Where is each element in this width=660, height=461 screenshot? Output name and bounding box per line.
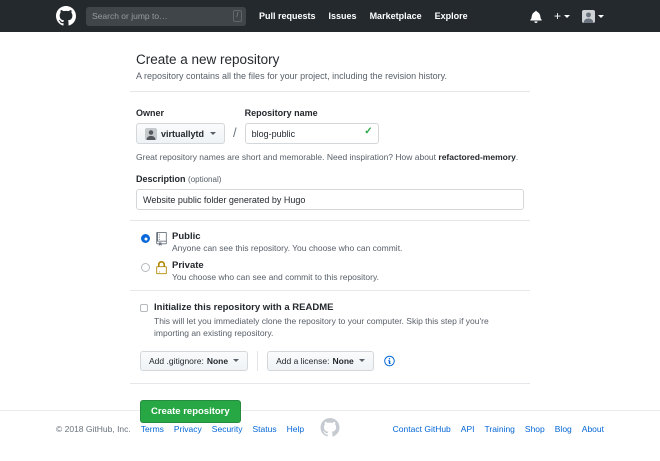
page-title: Create a new repository xyxy=(136,52,280,67)
optional-hint: (optional) xyxy=(188,175,222,184)
public-label: Public xyxy=(172,231,201,242)
vertical-divider xyxy=(257,350,259,371)
visibility-option-public[interactable]: Public Anyone can see this repository. Y… xyxy=(136,231,524,253)
repo-name-label: Repository name xyxy=(244,108,318,118)
plus-icon: + xyxy=(553,9,561,23)
description-field: Description (optional) xyxy=(136,174,524,210)
footer-link-privacy[interactable]: Privacy xyxy=(174,424,202,434)
owner-label: Owner xyxy=(136,108,165,118)
description-label: Description (optional) xyxy=(136,174,222,184)
divider xyxy=(130,382,530,384)
visibility-option-private[interactable]: Private You choose who can see and commi… xyxy=(136,260,524,282)
gitignore-value: None xyxy=(206,355,229,366)
primary-nav: Pull requests Issues Marketplace Explore xyxy=(259,11,468,21)
footer-link-blog[interactable]: Blog xyxy=(555,424,572,434)
footer-link-terms[interactable]: Terms xyxy=(141,424,164,434)
github-logo-icon xyxy=(320,418,340,439)
footer-link-api[interactable]: API xyxy=(461,424,475,434)
description-input[interactable] xyxy=(136,189,524,210)
readme-option[interactable]: Initialize this repository with a README… xyxy=(136,302,524,340)
owner-name: virtuallytd xyxy=(161,128,205,139)
license-value: None xyxy=(332,355,354,366)
addons-row: Add .gitignore: None Add a license: None xyxy=(136,350,524,371)
repo-name-field: Repository name ✓ xyxy=(244,108,379,144)
footer-link-training[interactable]: Training xyxy=(485,424,515,434)
search-input[interactable] xyxy=(92,11,234,21)
slash-shortcut-hint: / xyxy=(233,10,242,22)
owner-field: Owner virtuallytd xyxy=(136,108,226,144)
readme-checkbox[interactable] xyxy=(140,304,148,312)
valid-check-icon: ✓ xyxy=(364,125,373,137)
user-menu[interactable] xyxy=(582,9,604,23)
divider xyxy=(130,91,530,92)
gitignore-button[interactable]: Add .gitignore: None xyxy=(140,350,249,371)
repo-book-icon xyxy=(156,232,167,253)
nav-explore[interactable]: Explore xyxy=(435,11,468,21)
footer-link-about[interactable]: About xyxy=(582,424,604,434)
footer: © 2018 GitHub, Inc. Terms Privacy Securi… xyxy=(0,410,660,437)
license-label: Add a license: xyxy=(276,355,330,366)
github-logo-icon[interactable] xyxy=(56,6,76,26)
caret-down-icon xyxy=(233,359,240,363)
readme-label: Initialize this repository with a README xyxy=(154,302,334,313)
gitignore-label: Add .gitignore: xyxy=(149,355,204,366)
private-label: Private xyxy=(172,260,204,271)
nav-issues[interactable]: Issues xyxy=(329,11,357,21)
footer-link-contact[interactable]: Contact GitHub xyxy=(393,424,451,434)
nav-pull-requests[interactable]: Pull requests xyxy=(259,11,316,21)
page-subtitle: A repository contains all the files for … xyxy=(136,71,447,81)
caret-down-icon xyxy=(358,359,365,363)
caret-down-icon xyxy=(564,14,570,18)
info-icon[interactable] xyxy=(383,355,395,367)
divider xyxy=(130,290,530,291)
owner-select-button[interactable]: virtuallytd xyxy=(136,123,226,144)
global-search: / xyxy=(86,6,246,26)
copyright: © 2018 GitHub, Inc. xyxy=(56,424,131,434)
repo-name-suggestion: refactored-memory xyxy=(438,152,516,162)
owner-avatar xyxy=(145,127,157,140)
radio-private[interactable] xyxy=(141,263,150,272)
private-description: You choose who can see and commit to thi… xyxy=(172,272,379,282)
divider xyxy=(130,220,530,221)
footer-link-help[interactable]: Help xyxy=(287,424,304,434)
avatar xyxy=(582,9,595,23)
footer-link-security[interactable]: Security xyxy=(212,424,243,434)
footer-link-status[interactable]: Status xyxy=(253,424,277,434)
lock-icon xyxy=(156,261,167,282)
radio-public[interactable] xyxy=(141,234,150,243)
footer-link-shop[interactable]: Shop xyxy=(525,424,545,434)
repo-name-input[interactable] xyxy=(244,123,379,144)
hint-prefix: Great repository names are short and mem… xyxy=(136,152,437,162)
caret-down-icon xyxy=(598,14,604,18)
nav-marketplace[interactable]: Marketplace xyxy=(370,11,422,21)
repo-name-hint: Great repository names are short and mem… xyxy=(136,152,524,162)
notifications-bell-icon[interactable] xyxy=(530,10,542,23)
caret-down-icon xyxy=(210,132,217,135)
path-separator: / xyxy=(233,125,237,140)
hint-suffix: . xyxy=(515,152,519,162)
create-new-menu[interactable]: + xyxy=(554,10,570,22)
public-description: Anyone can see this repository. You choo… xyxy=(172,243,403,253)
readme-description: This will let you immediately clone the … xyxy=(154,316,489,339)
main-content: Create a new repository A repository con… xyxy=(0,32,660,423)
global-header: / Pull requests Issues Marketplace Explo… xyxy=(0,0,660,32)
license-button[interactable]: Add a license: None xyxy=(267,350,374,371)
owner-repo-row: Owner virtuallytd / Repository name blog… xyxy=(136,108,524,144)
